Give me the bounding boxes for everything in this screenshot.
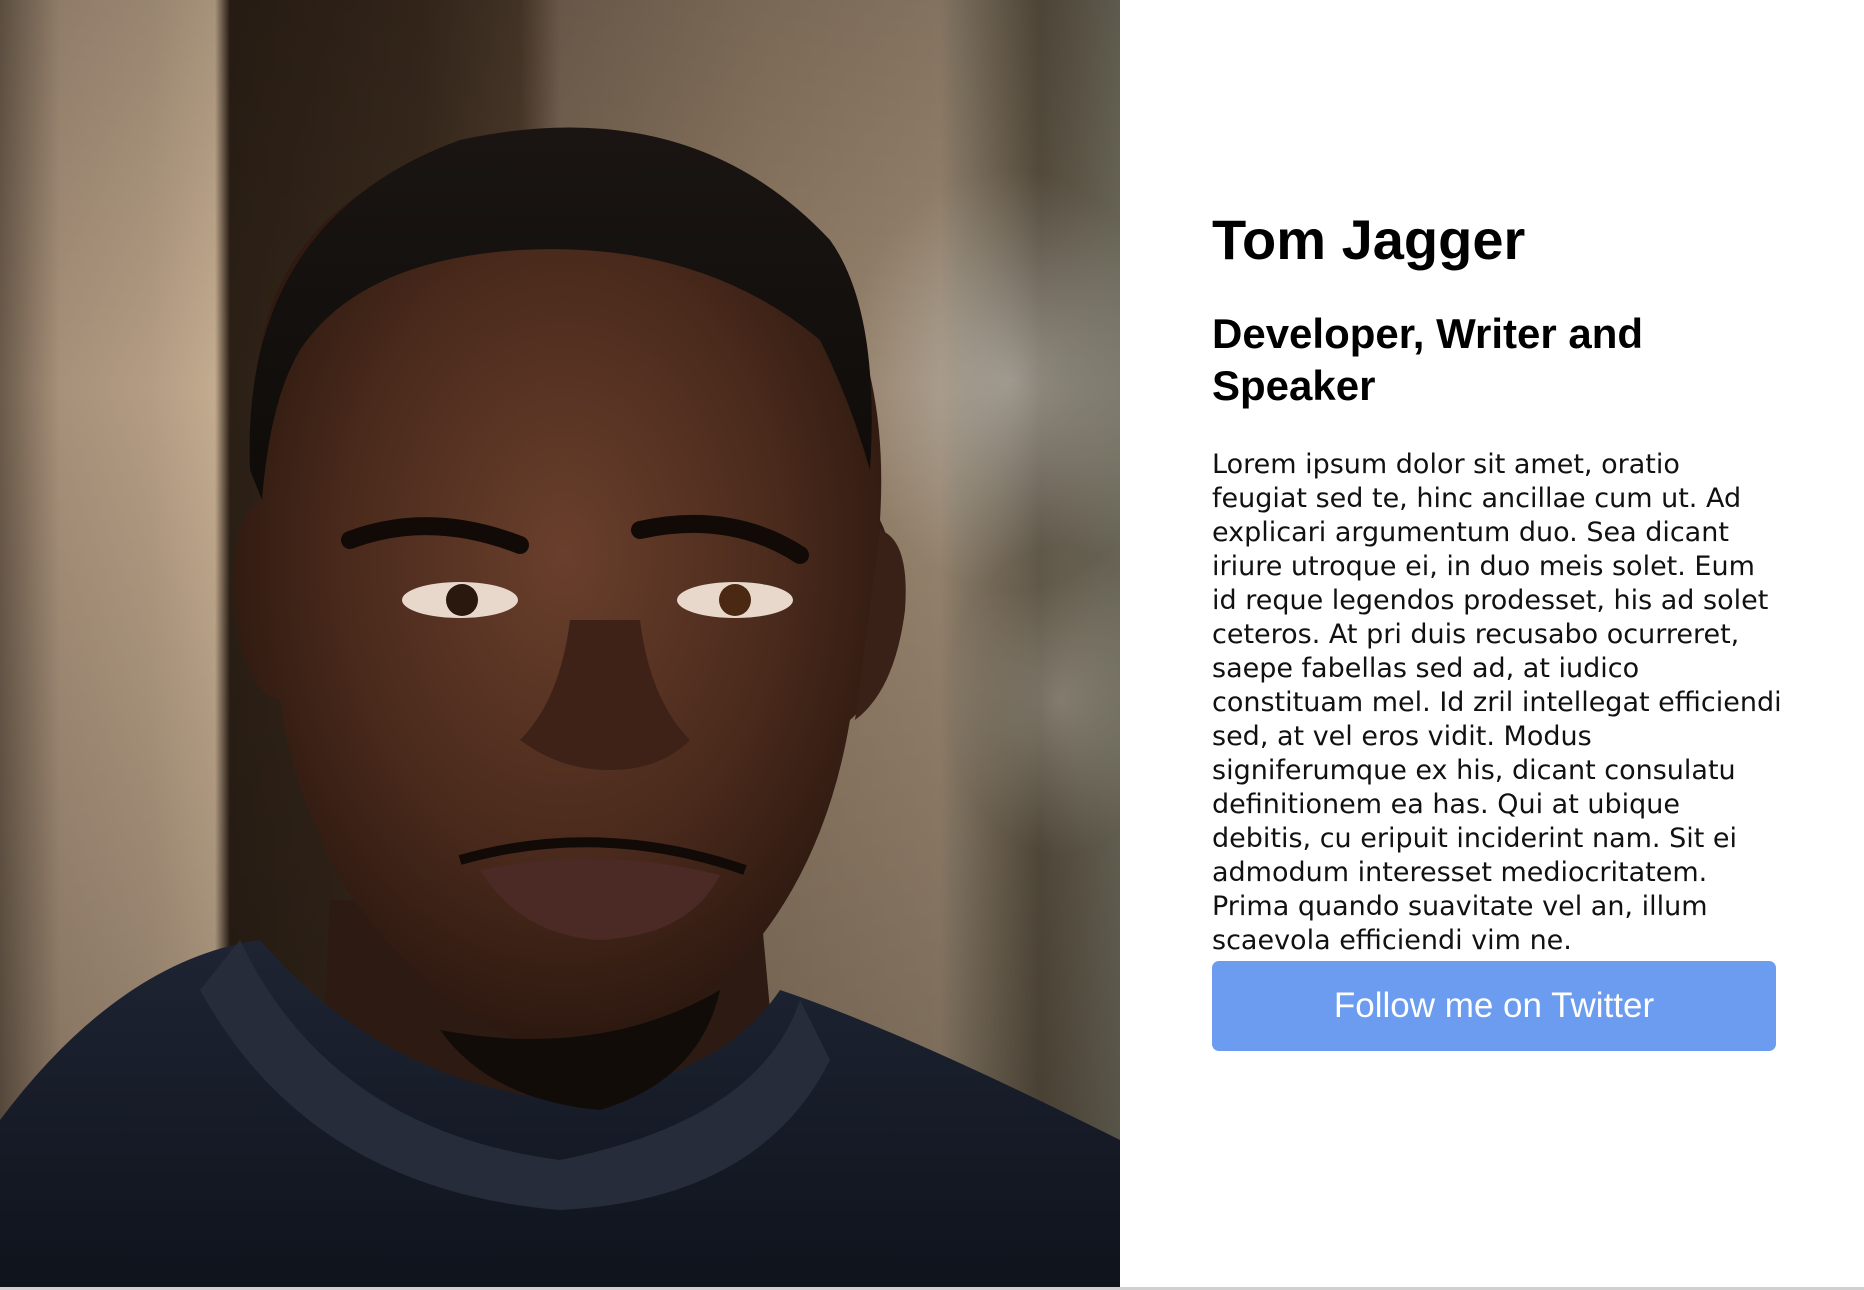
profile-page: Tom Jagger Developer, Writer and Speaker… — [0, 0, 1864, 1290]
follow-twitter-button[interactable]: Follow me on Twitter — [1212, 961, 1776, 1051]
right-iris — [719, 584, 751, 616]
profile-photo — [0, 0, 1120, 1288]
left-iris — [446, 584, 478, 616]
profile-tagline: Developer, Writer and Speaker — [1212, 310, 1644, 409]
portrait-illustration — [0, 127, 1120, 1288]
profile-name: Tom Jagger — [1212, 208, 1526, 271]
profile-content: Tom Jagger Developer, Writer and Speaker… — [1120, 0, 1864, 1288]
profile-bio: Lorem ipsum dolor sit amet, oratio feugi… — [1212, 449, 1782, 956]
